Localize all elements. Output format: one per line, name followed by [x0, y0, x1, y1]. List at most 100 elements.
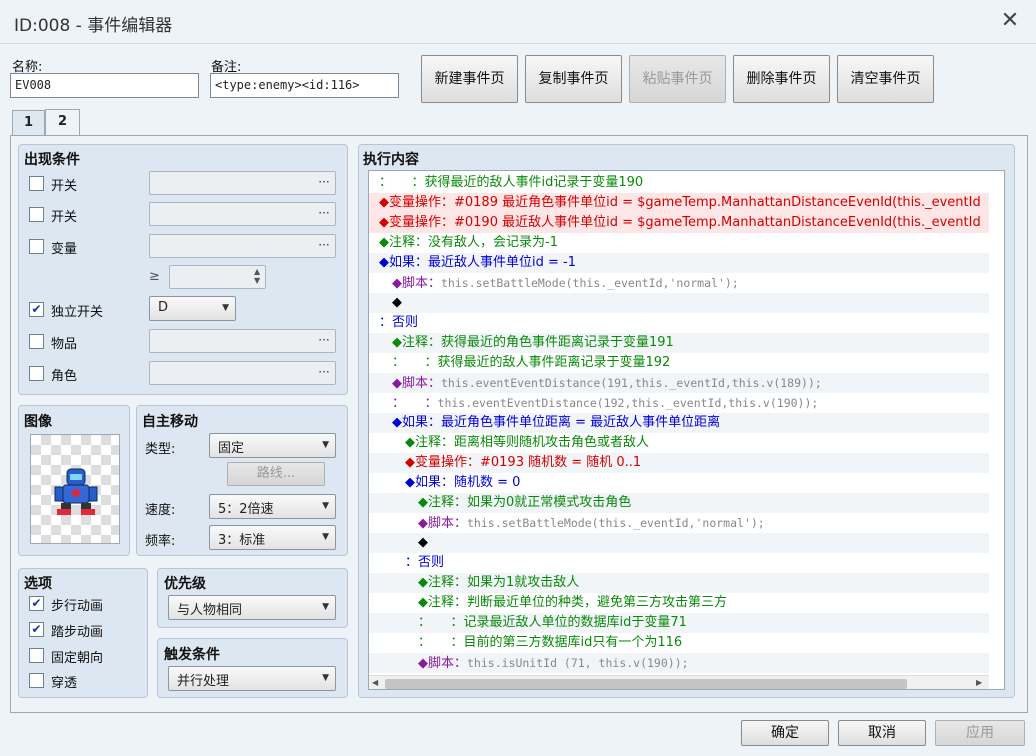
command-line[interactable]: ： ：目前的第三方数据库id只有一个为116 [369, 633, 989, 653]
variable-browse-button[interactable]: ··· [314, 238, 334, 252]
speed-label: 速度: [145, 503, 176, 518]
switch1-field[interactable] [149, 171, 336, 195]
paste-page-button[interactable]: 粘贴事件页 [629, 55, 726, 103]
name-input[interactable]: EV008 [10, 73, 199, 98]
command-text: ◆注释：没有敌人，会记录为-1 [379, 235, 558, 250]
switch2-label: 开关 [51, 210, 78, 225]
walking-anim-checkbox[interactable]: ✔ [29, 596, 44, 611]
actor-field[interactable] [149, 361, 336, 385]
command-line[interactable]: ◆变量操作：#0190 最近敌人事件单位id = $gameTemp.Manha… [369, 213, 989, 233]
event-commands-list[interactable]: ： ：获得最近的敌人事件id记录于变量190 ◆变量操作：#0189 最近角色事件… [368, 170, 1005, 690]
route-button[interactable]: 路线... [227, 462, 325, 486]
spinner-arrows-icon[interactable]: ▲ ▼ [254, 267, 260, 285]
priority-select[interactable]: 与人物相同 ▼ [168, 595, 336, 620]
command-text: ◆如果：最近敌人事件单位id = -1 [379, 255, 576, 270]
command-text: ◆如果：随机数 = 0 [405, 475, 521, 490]
chevron-down-icon: ▼ [322, 532, 329, 542]
trigger-value: 并行处理 [177, 674, 230, 689]
command-line[interactable]: ◆脚本：this.isUnitId (71, this.v(190)); [369, 653, 989, 673]
horizontal-scrollbar[interactable]: ◀ ▶ [369, 675, 989, 689]
command-line[interactable]: ◆脚本：this.eventEventDistance(191,this._ev… [369, 373, 989, 393]
trigger-title: 触发条件 [164, 647, 220, 663]
command-line[interactable]: ： ：记录最近敌人单位的数据库id于变量71 [369, 613, 989, 633]
priority-value: 与人物相同 [177, 603, 243, 618]
frequency-value: 3：标准 [218, 533, 266, 548]
command-line[interactable]: ◆如果：随机数 = 0 [369, 473, 989, 493]
movement-type-select[interactable]: 固定 ▼ [209, 433, 336, 458]
robot-sprite-icon [54, 468, 98, 515]
actor-browse-button[interactable]: ··· [314, 365, 334, 379]
scroll-right-icon[interactable]: ▶ [976, 678, 982, 687]
command-line[interactable]: ◆脚本：this.setBattleMode(this._eventId,'no… [369, 273, 989, 293]
command-line[interactable]: ◆如果：最近角色事件单位距离 = 最近敌人事件单位距离 [369, 413, 989, 433]
command-line[interactable]: ◆ [369, 533, 989, 553]
horizontal-scroll-thumb[interactable] [385, 679, 907, 689]
actor-checkbox[interactable] [29, 366, 44, 381]
contents-title: 执行内容 [363, 152, 419, 168]
command-line[interactable]: ◆变量操作：#0193 随机数 = 随机 0..1 [369, 453, 989, 473]
variable-value-spinner[interactable] [169, 265, 266, 289]
clear-page-button[interactable]: 清空事件页 [837, 55, 934, 103]
item-browse-button[interactable]: ··· [314, 333, 334, 347]
command-line[interactable]: ◆注释：如果为0就正常模式攻击角色 [369, 493, 989, 513]
command-line[interactable]: ： ：this.eventEventDistance(192,this._eve… [369, 393, 989, 413]
through-checkbox[interactable] [29, 673, 44, 688]
new-page-button[interactable]: 新建事件页 [421, 55, 518, 103]
command-line[interactable]: ◆注释：如果为1就攻击敌人 [369, 573, 989, 593]
command-text: ◆注释：距离相等则随机攻击角色或者敌人 [405, 435, 649, 450]
switch2-browse-button[interactable]: ··· [314, 206, 334, 220]
command-text: ◆注释：获得最近的角色事件距离记录于变量191 [392, 335, 674, 350]
stepping-anim-label: 踏步动画 [51, 625, 104, 640]
chevron-down-icon: ▼ [222, 303, 229, 313]
chevron-down-icon: ▼ [322, 440, 329, 450]
close-icon[interactable]: ✕ [998, 8, 1022, 34]
variable-label: 变量 [51, 242, 78, 257]
command-text: ◆脚本： [418, 656, 467, 671]
item-checkbox[interactable] [29, 334, 44, 349]
tab-page-2[interactable]: 2 [45, 109, 80, 136]
direction-fix-label: 固定朝向 [51, 651, 104, 666]
self-switch-select[interactable]: D ▼ [149, 296, 236, 321]
command-text: ◆ [418, 535, 428, 550]
delete-page-button[interactable]: 删除事件页 [733, 55, 830, 103]
switch1-browse-button[interactable]: ··· [314, 175, 334, 189]
command-text: ：否则 [405, 555, 445, 570]
switch2-field[interactable] [149, 202, 336, 226]
variable-field[interactable] [149, 234, 336, 258]
trigger-select[interactable]: 并行处理 ▼ [168, 666, 336, 691]
command-line[interactable]: ◆脚本：this.setBattleMode(this._eventId,'no… [369, 513, 989, 533]
command-line[interactable]: ： ：获得最近的敌人事件距离记录于变量192 [369, 353, 989, 373]
speed-select[interactable]: 5：2倍速 ▼ [209, 494, 336, 519]
note-input[interactable]: <type:enemy><id:116> [210, 73, 399, 98]
switch1-checkbox[interactable] [29, 176, 44, 191]
command-line[interactable]: ◆ [369, 293, 989, 313]
copy-page-button[interactable]: 复制事件页 [525, 55, 622, 103]
command-line[interactable]: ◆变量操作：#0189 最近角色事件单位id = $gameTemp.Manha… [369, 193, 989, 213]
variable-checkbox[interactable] [29, 239, 44, 254]
command-text: ◆脚本： [392, 376, 441, 391]
command-line[interactable]: ◆注释：距离相等则随机攻击角色或者敌人 [369, 433, 989, 453]
ok-button[interactable]: 确定 [741, 720, 829, 746]
command-text: ◆脚本： [418, 516, 467, 531]
command-line[interactable]: ◆注释：判断最近单位的种类，避免第三方攻击第三方 [369, 593, 989, 613]
frequency-select[interactable]: 3：标准 ▼ [209, 525, 336, 550]
apply-button[interactable]: 应用 [935, 720, 1025, 746]
scroll-left-icon[interactable]: ◀ [372, 678, 378, 687]
item-field[interactable] [149, 329, 336, 353]
through-label: 穿透 [51, 676, 78, 691]
command-text: ◆ [392, 295, 402, 310]
command-line[interactable]: ：否则 [369, 553, 989, 573]
self-switch-checkbox[interactable]: ✔ [29, 302, 44, 317]
command-line[interactable]: ： ：获得最近的敌人事件id记录于变量190 [369, 173, 989, 193]
direction-fix-checkbox[interactable] [29, 648, 44, 663]
command-text: ◆如果：最近角色事件单位距离 = 最近敌人事件单位距离 [392, 415, 721, 430]
cancel-button[interactable]: 取消 [838, 720, 926, 746]
character-sprite-preview[interactable] [30, 434, 120, 544]
command-line[interactable]: ：否则 [369, 313, 989, 333]
command-line[interactable]: ◆如果：最近敌人事件单位id = -1 [369, 253, 989, 273]
command-line[interactable]: ◆注释：获得最近的角色事件距离记录于变量191 [369, 333, 989, 353]
stepping-anim-checkbox[interactable]: ✔ [29, 622, 44, 637]
command-line[interactable]: ◆注释：没有敌人，会记录为-1 [369, 233, 989, 253]
switch2-checkbox[interactable] [29, 207, 44, 222]
tab-page-1[interactable]: 1 [12, 110, 45, 135]
